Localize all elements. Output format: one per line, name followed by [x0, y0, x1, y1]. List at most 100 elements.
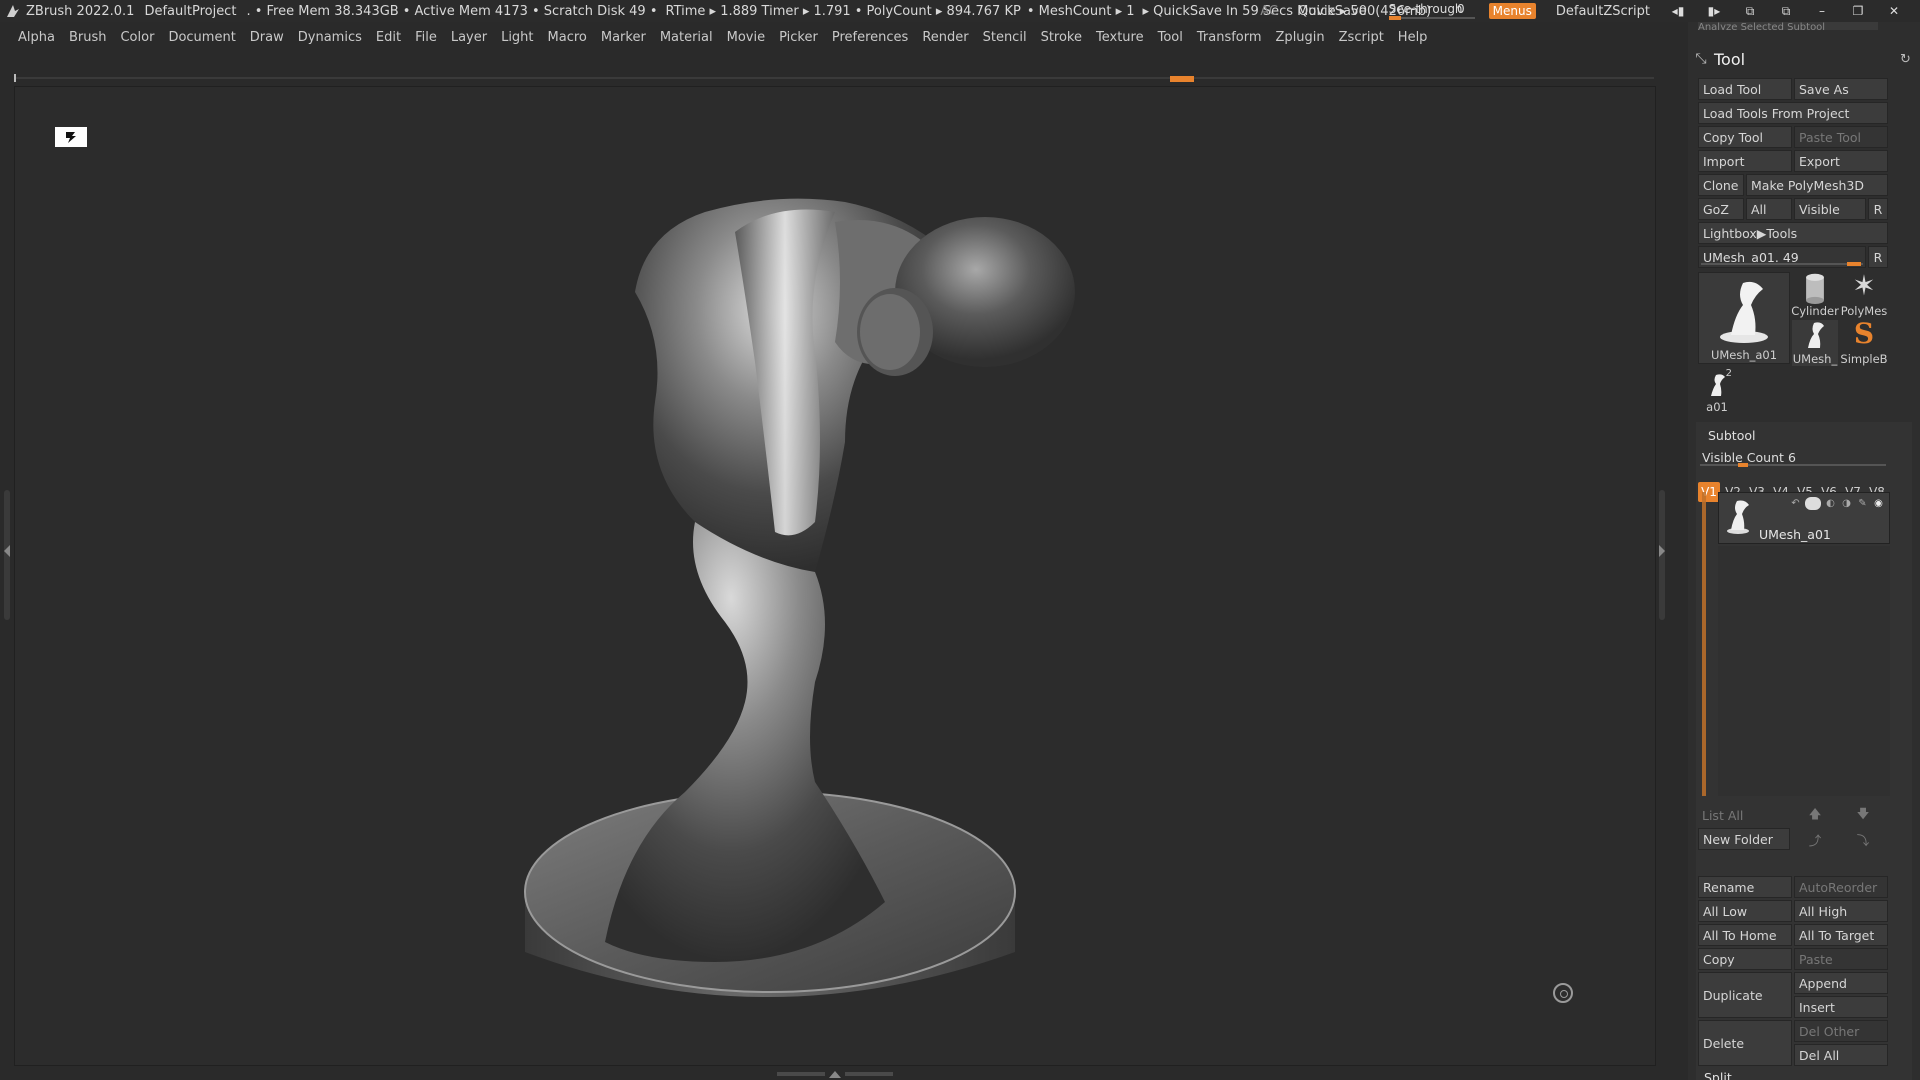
sculpt-model[interactable]: [515, 142, 1215, 1042]
delete-button[interactable]: Delete: [1698, 1020, 1792, 1066]
menu-stroke[interactable]: Stroke: [1041, 30, 1082, 45]
duplicate-button[interactable]: Duplicate: [1698, 972, 1792, 1018]
rename-button[interactable]: Rename: [1698, 876, 1792, 898]
menu-stencil[interactable]: Stencil: [983, 30, 1027, 45]
split-subpalette-title[interactable]: Split: [1704, 1070, 1732, 1080]
current-tool-knob[interactable]: [1847, 262, 1861, 266]
clone-button[interactable]: Clone: [1698, 174, 1744, 196]
subtool-polypaint-icon[interactable]: ◐: [1824, 497, 1837, 510]
import-button[interactable]: Import: [1698, 150, 1792, 172]
timeline[interactable]: [14, 74, 1654, 82]
list-all-button[interactable]: List All: [1698, 804, 1790, 826]
paste-button[interactable]: Paste: [1794, 948, 1888, 970]
see-through-slider[interactable]: See-through 0: [1385, 2, 1479, 20]
menu-zscript[interactable]: Zscript: [1339, 30, 1384, 45]
tool-palette-header[interactable]: ⤡ Tool ↻: [1688, 46, 1920, 72]
make-polymesh3d-button[interactable]: Make PolyMesh3D: [1746, 174, 1888, 196]
current-tool-slider[interactable]: UMesh_a01. 49: [1698, 246, 1866, 268]
all-low-button[interactable]: All Low: [1698, 900, 1792, 922]
goz-all-button[interactable]: All: [1746, 198, 1792, 220]
perspective-icon[interactable]: [55, 127, 87, 147]
tool-thumb-simplebrush[interactable]: S SimpleB: [1838, 320, 1890, 367]
paste-tool-button[interactable]: Paste Tool: [1794, 126, 1888, 148]
ac-toggle[interactable]: AC: [1260, 4, 1278, 19]
menu-layer[interactable]: Layer: [451, 30, 487, 45]
menu-marker[interactable]: Marker: [601, 30, 646, 45]
tool-r-button[interactable]: R: [1868, 246, 1888, 268]
menu-zplugin[interactable]: Zplugin: [1276, 30, 1325, 45]
subtool-item[interactable]: ↶ ◐ ◑ ✎ ◉ UMesh_a01: [1718, 492, 1890, 544]
subtool-arrow-icon[interactable]: ↶: [1789, 497, 1802, 510]
visible-count-slider[interactable]: Visible Count 6: [1698, 446, 1888, 468]
tool-thumb-a01[interactable]: 2 a01: [1702, 368, 1732, 414]
menu-draw[interactable]: Draw: [250, 30, 284, 45]
left-tray-arrow-icon[interactable]: [4, 545, 10, 557]
subtool-material-icon[interactable]: ◑: [1840, 497, 1853, 510]
folder-down-icon[interactable]: ⤵: [1840, 828, 1886, 850]
layout-alt-icon[interactable]: ⧉: [1778, 4, 1794, 18]
menu-file[interactable]: File: [415, 30, 437, 45]
copy-button[interactable]: Copy: [1698, 948, 1792, 970]
subtool-eye-icon[interactable]: ◉: [1872, 497, 1885, 510]
default-zscript-button[interactable]: DefaultZScript: [1556, 4, 1650, 19]
floor-target-icon[interactable]: [1553, 983, 1573, 1003]
subtool-title[interactable]: Subtool: [1708, 428, 1755, 443]
subtool-toggle-icon[interactable]: [1805, 497, 1821, 510]
load-tools-from-project-button[interactable]: Load Tools From Project: [1698, 102, 1888, 124]
right-tray-arrow-icon[interactable]: [1659, 545, 1665, 557]
menu-alpha[interactable]: Alpha: [18, 30, 55, 45]
canvas-viewport[interactable]: [14, 86, 1656, 1066]
see-through-thumb[interactable]: [1388, 16, 1401, 20]
menu-transform[interactable]: Transform: [1197, 30, 1262, 45]
move-up-button[interactable]: 🡅: [1792, 804, 1838, 826]
layout-next-icon[interactable]: ▮▸: [1706, 4, 1722, 18]
layout-prev-icon[interactable]: ◂▮: [1670, 4, 1686, 18]
copy-tool-button[interactable]: Copy Tool: [1698, 126, 1792, 148]
menu-edit[interactable]: Edit: [376, 30, 401, 45]
menu-texture[interactable]: Texture: [1096, 30, 1144, 45]
reset-icon[interactable]: ↻: [1900, 52, 1920, 67]
menu-color[interactable]: Color: [120, 30, 154, 45]
menu-brush[interactable]: Brush: [69, 30, 107, 45]
new-folder-button[interactable]: New Folder: [1698, 828, 1790, 850]
menu-picker[interactable]: Picker: [779, 30, 818, 45]
lightbox-tools-button[interactable]: Lightbox▶Tools: [1698, 222, 1888, 244]
folder-up-icon[interactable]: ⤴: [1792, 828, 1838, 850]
menus-toggle-button[interactable]: Menus: [1488, 3, 1536, 19]
restore-icon[interactable]: ❐: [1850, 4, 1866, 18]
del-all-button[interactable]: Del All: [1794, 1044, 1888, 1066]
menu-document[interactable]: Document: [168, 30, 235, 45]
tool-thumb-umesh-small[interactable]: UMesh_: [1792, 320, 1838, 366]
menu-dynamics[interactable]: Dynamics: [298, 30, 362, 45]
del-other-button[interactable]: Del Other: [1794, 1020, 1888, 1042]
quicksave-button[interactable]: QuickSave: [1298, 4, 1367, 19]
load-tool-button[interactable]: Load Tool: [1698, 78, 1792, 100]
tool-thumb-cylinder[interactable]: Cylinder: [1791, 272, 1839, 318]
subtool-scrollbar[interactable]: [1702, 492, 1706, 796]
visible-count-knob[interactable]: [1738, 463, 1748, 467]
subtool-pen-icon[interactable]: ✎: [1856, 497, 1869, 510]
close-icon[interactable]: ✕: [1886, 4, 1902, 18]
append-button[interactable]: Append: [1794, 972, 1888, 994]
timeline-playhead[interactable]: [1170, 76, 1194, 82]
tool-thumb-umesh-main[interactable]: UMesh_a01: [1698, 272, 1790, 364]
bottom-tray-grip[interactable]: [770, 1070, 900, 1078]
menu-render[interactable]: Render: [922, 30, 968, 45]
move-down-button[interactable]: 🡇: [1840, 804, 1886, 826]
menu-help[interactable]: Help: [1398, 30, 1428, 45]
menu-macro[interactable]: Macro: [548, 30, 587, 45]
save-as-button[interactable]: Save As: [1794, 78, 1888, 100]
menu-tool[interactable]: Tool: [1158, 30, 1183, 45]
layout-icon[interactable]: ⧉: [1742, 4, 1758, 18]
all-to-target-button[interactable]: All To Target: [1794, 924, 1888, 946]
bottom-tray-arrow-icon[interactable]: [829, 1070, 841, 1078]
goz-r-button[interactable]: R: [1868, 198, 1888, 220]
menu-material[interactable]: Material: [660, 30, 713, 45]
export-button[interactable]: Export: [1794, 150, 1888, 172]
analyze-subtool-strip[interactable]: Analyze Selected Subtool: [1698, 22, 1878, 30]
goz-button[interactable]: GoZ: [1698, 198, 1744, 220]
menu-light[interactable]: Light: [501, 30, 533, 45]
all-high-button[interactable]: All High: [1794, 900, 1888, 922]
tool-thumb-polymesh[interactable]: ✶ PolyMes: [1838, 272, 1890, 319]
autoreorder-button[interactable]: AutoReorder: [1794, 876, 1888, 898]
